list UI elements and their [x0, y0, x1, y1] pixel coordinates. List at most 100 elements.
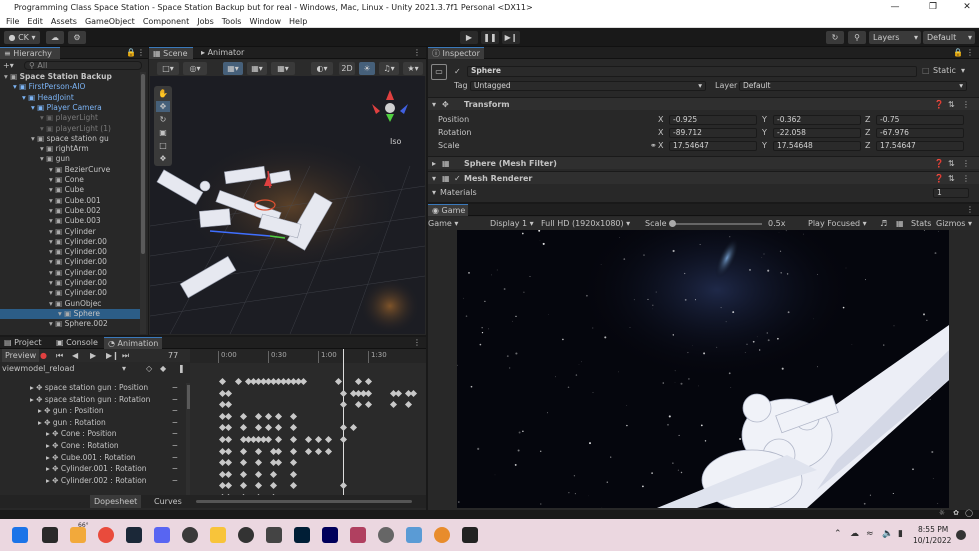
more-icon[interactable]: ⋮	[966, 47, 974, 59]
rotation-y-field[interactable]: -22.058	[773, 128, 861, 138]
scale-y-field[interactable]: 17.54648	[773, 141, 861, 151]
resolution-dropdown[interactable]: Full HD (1920x1080) ▾	[541, 217, 630, 230]
tray-chevron-icon[interactable]: ⌃	[834, 529, 842, 539]
keyframe[interactable]	[339, 435, 348, 444]
record-button[interactable]: ●	[40, 349, 47, 362]
github-icon[interactable]	[238, 527, 254, 543]
tag-dropdown[interactable]: Untagged ▾	[470, 81, 706, 91]
more-icon[interactable]: ⋮	[137, 47, 145, 59]
position-label[interactable]: Position	[438, 114, 469, 125]
keyframe[interactable]	[364, 377, 373, 386]
light-toggle-icon[interactable]: ☀	[359, 62, 375, 75]
cloud-icon[interactable]: ☁	[46, 31, 64, 44]
keyframe[interactable]	[254, 412, 263, 420]
keyframe[interactable]	[339, 482, 348, 490]
add-event-icon[interactable]: ◆	[160, 363, 166, 375]
scale-tool-icon[interactable]: ▣	[156, 127, 170, 138]
hierarchy-item[interactable]: ▾ ▣ Sphere.002	[0, 319, 140, 329]
transform-header[interactable]: ▾ ✥ Transform ❓ ⇅ ⋮	[428, 97, 979, 110]
menu-item-component[interactable]: Component	[143, 17, 189, 26]
animation-property[interactable]: ▸ ✥ gun : Position −	[0, 406, 186, 416]
chrome-icon[interactable]	[98, 527, 114, 543]
play-button[interactable]: ▶	[460, 31, 478, 44]
menu-item-gameobject[interactable]: GameObject	[85, 17, 135, 26]
scale-slider[interactable]	[669, 220, 762, 227]
photos-icon[interactable]	[406, 527, 422, 543]
pause-button[interactable]: ❚❚	[481, 31, 499, 44]
gizmos-button[interactable]: Gizmos ▾	[936, 217, 972, 230]
remove-property-icon[interactable]: −	[172, 453, 178, 463]
keyframe[interactable]	[299, 377, 308, 386]
premiere-icon[interactable]	[322, 527, 338, 543]
unity-hub-icon[interactable]	[266, 527, 282, 543]
step-button[interactable]: ▶❙	[502, 31, 520, 44]
wifi-icon[interactable]: ≈	[866, 529, 874, 539]
keyframe[interactable]	[224, 412, 233, 420]
tab-animator[interactable]: ▸ Animator	[197, 47, 248, 59]
mute-audio-icon[interactable]: ♬	[880, 217, 887, 230]
help-icon[interactable]: ❓	[934, 158, 944, 169]
layers-dropdown[interactable]: Layers ▾	[869, 31, 921, 44]
effects-toggle-icon[interactable]: ★▾	[403, 62, 423, 75]
keyframe[interactable]	[254, 470, 263, 478]
keyframe[interactable]	[354, 377, 363, 386]
keyframe[interactable]	[314, 435, 323, 444]
menu-item-file[interactable]: File	[6, 17, 19, 26]
tab-console[interactable]: ▣ Console	[52, 337, 102, 349]
keyframe[interactable]	[224, 482, 233, 490]
dopesheet-area[interactable]	[190, 349, 426, 502]
add-icon[interactable]: +▾	[3, 60, 14, 71]
keyframe[interactable]	[409, 389, 418, 397]
axis-x-label[interactable]: X	[658, 140, 663, 151]
axis-z-label[interactable]: Z	[865, 127, 870, 138]
keyframe[interactable]	[224, 435, 233, 444]
keyframe[interactable]	[254, 482, 263, 490]
render-mode-button[interactable]: ◐▾	[311, 62, 333, 75]
next-frame-button[interactable]: ▶❙	[106, 349, 119, 362]
grid-icon[interactable]: ▦	[896, 217, 904, 230]
position-y-field[interactable]: -0.362	[773, 115, 861, 125]
keyframe[interactable]	[274, 435, 283, 444]
task-view-icon[interactable]	[42, 527, 58, 543]
mesh-filter-header[interactable]: ▸ ▦ Sphere (Mesh Filter) ❓ ⇅ ⋮	[428, 156, 979, 169]
remove-property-icon[interactable]: −	[172, 418, 178, 428]
game-mode-dropdown[interactable]: Game ▾	[428, 217, 458, 230]
battery-icon[interactable]: ▮	[898, 529, 903, 539]
preset-icon[interactable]: ⇅	[948, 158, 955, 169]
keyframe[interactable]	[389, 401, 398, 409]
hierarchy-item[interactable]: ▾ ▣ Cube.002	[0, 206, 140, 216]
cloud-tray-icon[interactable]: ☁	[850, 529, 859, 539]
hierarchy-item[interactable]: ▾ ▣ Cylinder	[0, 227, 140, 237]
hierarchy-item[interactable]: ▾ ▣ BezierCurve	[0, 165, 140, 175]
more-icon[interactable]: ⋮	[962, 173, 970, 184]
gizmo-mode-button[interactable]: ◎▾	[183, 62, 207, 75]
chevron-down-icon[interactable]: ▾	[961, 65, 965, 76]
active-checkbox[interactable]: ✓	[454, 66, 461, 77]
animation-property[interactable]: ▸ ✥ gun : Rotation −	[0, 418, 186, 428]
preview-button[interactable]: Preview	[2, 349, 40, 362]
clock-time[interactable]: 8:55 PM	[918, 525, 948, 534]
preset-icon[interactable]: ⇅	[948, 173, 955, 184]
tab-inspector[interactable]: ⓘ Inspector	[428, 47, 484, 59]
keyframe[interactable]	[304, 435, 313, 444]
hierarchy-item[interactable]: ▾ ▣ Cube.001	[0, 196, 140, 206]
keyframe[interactable]	[354, 401, 363, 409]
remove-property-icon[interactable]: −	[172, 476, 178, 486]
tab-scene[interactable]: ▦ Scene	[149, 47, 193, 59]
axis-y-label[interactable]: Y	[762, 140, 767, 151]
file-explorer-icon[interactable]	[210, 527, 226, 543]
close-button[interactable]: ✕	[956, 0, 978, 15]
keyframe[interactable]	[269, 470, 278, 478]
blender-icon[interactable]	[434, 527, 450, 543]
hierarchy-scrollbar[interactable]	[140, 72, 146, 334]
menu-item-assets[interactable]: Assets	[51, 17, 77, 26]
hierarchy-item[interactable]: ▾ ▣ Sphere	[0, 308, 140, 319]
axis-x-label[interactable]: X	[658, 114, 663, 125]
rect-tool-icon[interactable]: □	[156, 140, 170, 151]
timeline-scrollbar[interactable]	[196, 500, 412, 503]
enabled-checkbox[interactable]: ✓	[454, 173, 461, 184]
clock-date[interactable]: 10/1/2022	[913, 536, 951, 545]
add-keyframe-icon[interactable]: ◇	[146, 363, 152, 375]
photoshop-icon[interactable]	[294, 527, 310, 543]
history-icon[interactable]: ↻	[826, 31, 844, 44]
